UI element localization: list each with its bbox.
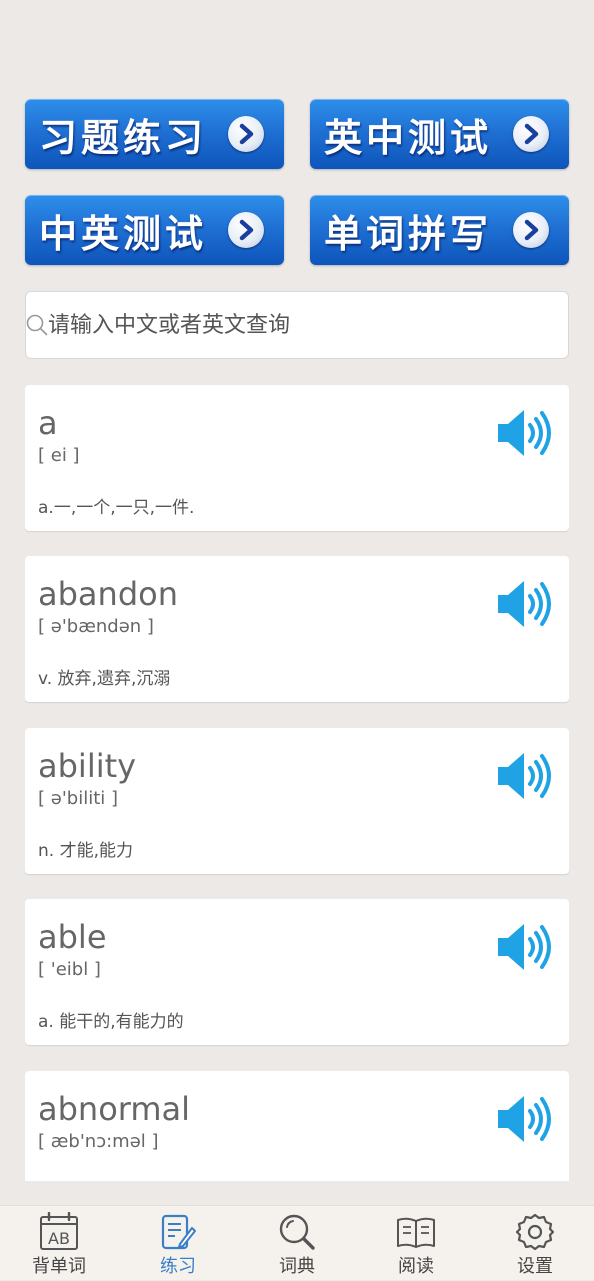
word-card[interactable]: abnormal [ æb'nɔ:məl ] <box>25 1071 569 1181</box>
word-card[interactable]: abandon [ ə'bændən ] v. 放弃,遗弃,沉溺 <box>25 556 569 702</box>
word-spelling-button[interactable]: 单词拼写 <box>310 195 569 265</box>
speaker-icon[interactable] <box>495 750 553 802</box>
chevron-right-icon <box>513 116 549 152</box>
search-input[interactable] <box>48 312 528 338</box>
search-icon <box>279 1214 315 1250</box>
english-chinese-test-button[interactable]: 英中测试 <box>310 99 569 169</box>
practice-exercise-button[interactable]: 习题练习 <box>25 99 284 169</box>
chevron-right-icon <box>228 212 264 248</box>
word-definition: n. 才能,能力 <box>38 841 133 861</box>
quiz-button-label: 中英测试 <box>39 210 208 256</box>
svg-text:AB: AB <box>48 1229 70 1248</box>
search-box <box>25 291 569 359</box>
word-text: a <box>38 404 58 442</box>
book-icon <box>397 1217 435 1248</box>
tab-settings[interactable]: 设置 <box>476 1206 594 1281</box>
chinese-english-test-button[interactable]: 中英测试 <box>25 195 284 265</box>
tab-practice[interactable]: 练习 <box>119 1206 237 1281</box>
tab-dictionary[interactable]: 词典 <box>238 1206 356 1281</box>
edit-note-icon <box>161 1214 196 1250</box>
speaker-icon[interactable] <box>495 1093 553 1145</box>
speaker-icon[interactable] <box>495 407 553 459</box>
calendar-ab-icon: AB <box>40 1212 78 1250</box>
word-definition: a.一,一个,一只,一件. <box>38 498 195 518</box>
tab-label: 练习 <box>160 1256 196 1277</box>
chevron-right-icon <box>513 212 549 248</box>
word-text: abandon <box>38 575 178 613</box>
quiz-button-grid: 习题练习 英中测试 中英测试 单词拼写 <box>25 99 569 265</box>
word-phonetic: [ ei ] <box>38 445 80 466</box>
word-phonetic: [ ə'bændən ] <box>38 616 154 637</box>
word-text: abnormal <box>38 1090 191 1128</box>
quiz-button-label: 单词拼写 <box>324 210 493 256</box>
gear-icon <box>515 1213 555 1251</box>
word-card[interactable]: able [ 'eibl ] a. 能干的,有能力的 <box>25 899 569 1045</box>
word-text: able <box>38 918 107 956</box>
quiz-button-label: 英中测试 <box>324 114 493 160</box>
tab-reading[interactable]: 阅读 <box>357 1206 475 1281</box>
word-phonetic: [ ə'biliti ] <box>38 788 118 809</box>
speaker-icon[interactable] <box>495 578 553 630</box>
tab-label: 背单词 <box>32 1256 86 1277</box>
quiz-button-label: 习题练习 <box>39 114 208 160</box>
word-phonetic: [ æb'nɔ:məl ] <box>38 1131 159 1152</box>
word-card[interactable]: a [ ei ] a.一,一个,一只,一件. <box>25 385 569 531</box>
word-card[interactable]: ability [ ə'biliti ] n. 才能,能力 <box>25 728 569 874</box>
word-phonetic: [ 'eibl ] <box>38 959 101 980</box>
word-list: a [ ei ] a.一,一个,一只,一件. abandon [ ə'bændə… <box>25 385 569 1181</box>
tab-label: 设置 <box>517 1256 553 1277</box>
word-text: ability <box>38 747 137 785</box>
speaker-icon[interactable] <box>495 921 553 973</box>
word-definition: a. 能干的,有能力的 <box>38 1012 184 1032</box>
bottom-tab-bar: AB 背单词 练习 词典 阅读 设置 <box>0 1205 594 1280</box>
search-icon <box>26 314 48 336</box>
tab-memorize-words[interactable]: AB 背单词 <box>0 1206 118 1281</box>
tab-label: 词典 <box>279 1256 315 1277</box>
word-definition: v. 放弃,遗弃,沉溺 <box>38 669 171 689</box>
tab-label: 阅读 <box>398 1256 434 1277</box>
chevron-right-icon <box>228 116 264 152</box>
